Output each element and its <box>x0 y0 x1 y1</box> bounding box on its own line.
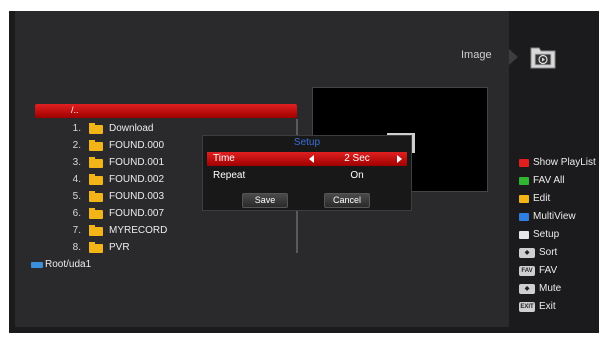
file-name: FOUND.001 <box>109 157 165 168</box>
legend-multiview: MultiView <box>519 209 597 227</box>
folder-icon <box>89 140 103 151</box>
time-setting-row[interactable]: Time 2 Sec <box>207 152 407 166</box>
sort-key-icon: ◆ <box>519 248 535 258</box>
exit-key-icon: EXIT <box>519 302 535 312</box>
current-path-text: /.. <box>71 105 79 115</box>
folder-icon <box>89 242 103 253</box>
mute-key-icon: ◆ <box>519 284 535 294</box>
legend-label: FAV <box>539 265 558 276</box>
tv-screen: Image /.. 1. Download 2. FOUND.000 3. FO… <box>9 11 599 333</box>
root-path-label: Root/uda1 <box>45 259 92 270</box>
legend-exit: EXIT Exit <box>519 299 597 317</box>
save-button[interactable]: Save <box>242 193 288 208</box>
cancel-button[interactable]: Cancel <box>324 193 370 208</box>
usb-drive-icon <box>31 262 43 268</box>
legend-label: MultiView <box>533 211 576 222</box>
legend-label: Edit <box>533 193 551 204</box>
repeat-value: On <box>350 170 364 181</box>
legend-label: Mute <box>539 283 562 294</box>
file-name: MYRECORD <box>109 225 168 236</box>
button-legend: Show PlayList FAV All Edit MultiView Set… <box>519 155 597 317</box>
file-name: PVR <box>109 242 130 253</box>
legend-label: Exit <box>539 301 556 312</box>
blue-button-icon <box>519 213 529 221</box>
legend-label: Setup <box>533 229 560 240</box>
file-number: 7. <box>72 225 81 236</box>
legend-setup: Setup <box>519 227 597 245</box>
time-label: Time <box>213 153 235 164</box>
dialog-title: Setup <box>293 137 321 148</box>
folder-image-icon <box>530 47 556 69</box>
legend-fav: FAV FAV <box>519 263 597 281</box>
folder-icon <box>89 208 103 219</box>
file-name: FOUND.007 <box>109 208 165 219</box>
file-number: 2. <box>72 140 81 151</box>
file-name: FOUND.000 <box>109 140 165 151</box>
folder-icon <box>89 174 103 185</box>
folder-icon <box>89 157 103 168</box>
repeat-setting-row[interactable]: Repeat On <box>207 169 407 183</box>
file-number: 6. <box>72 208 81 219</box>
white-button-icon <box>519 231 529 239</box>
repeat-label: Repeat <box>213 170 246 181</box>
file-number: 8. <box>72 242 81 253</box>
file-number: 4. <box>72 174 81 185</box>
legend-mute: ◆ Mute <box>519 281 597 299</box>
file-number: 3. <box>72 157 81 168</box>
current-path-bar[interactable]: /.. <box>35 104 297 118</box>
setup-dialog: Setup Time 2 Sec Repeat On Save Cancel <box>202 135 412 211</box>
legend-label: Show PlayList <box>533 157 596 168</box>
legend-fav-all: FAV All <box>519 173 597 191</box>
green-button-icon <box>519 177 529 185</box>
file-number: 5. <box>72 191 81 202</box>
fav-key-icon: FAV <box>519 266 535 276</box>
arrow-right-icon[interactable] <box>397 155 402 163</box>
file-list-item[interactable]: 8. PVR <box>49 240 249 257</box>
folder-icon <box>89 225 103 236</box>
yellow-button-icon <box>519 195 529 203</box>
legend-edit: Edit <box>519 191 597 209</box>
file-name: Download <box>109 123 154 134</box>
section-title: Image <box>461 49 492 61</box>
file-name: FOUND.003 <box>109 191 165 202</box>
file-number: 1. <box>72 123 81 134</box>
file-list-item[interactable]: 7. MYRECORD <box>49 223 249 240</box>
folder-icon <box>89 191 103 202</box>
arrow-left-icon[interactable] <box>309 155 314 163</box>
legend-label: FAV All <box>533 175 565 186</box>
legend-sort: ◆ Sort <box>519 245 597 263</box>
file-name: FOUND.002 <box>109 174 165 185</box>
legend-show-playlist: Show PlayList <box>519 155 597 173</box>
time-value: 2 Sec <box>344 153 370 164</box>
legend-label: Sort <box>539 247 558 258</box>
red-button-icon <box>519 159 529 167</box>
section-pointer-icon <box>509 49 518 65</box>
folder-icon <box>89 123 103 134</box>
